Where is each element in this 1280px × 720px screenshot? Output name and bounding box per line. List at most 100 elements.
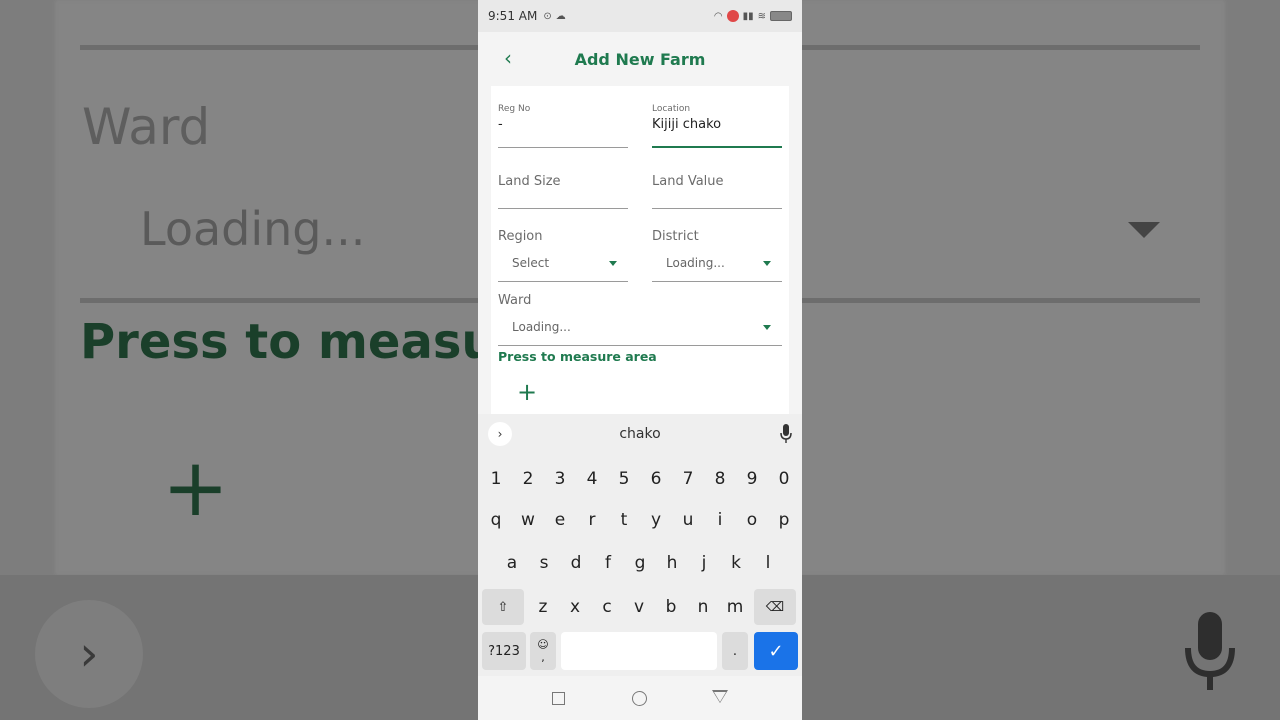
chevron-down-icon xyxy=(609,261,617,266)
farm-form: Reg No - Location Kijiji chako Land Size… xyxy=(491,86,789,416)
measure-area-label[interactable]: Press to measure area xyxy=(498,349,657,364)
shift-key[interactable]: ⇧ xyxy=(482,589,524,625)
letter-row-1: qwertyuiop xyxy=(478,500,802,540)
letter-key[interactable]: b xyxy=(657,587,685,627)
district-underline xyxy=(652,281,782,282)
number-key[interactable]: 8 xyxy=(706,459,734,499)
chevron-down-icon xyxy=(763,325,771,330)
letter-key[interactable]: a xyxy=(498,543,526,583)
district-label: District xyxy=(652,229,699,244)
location-underline xyxy=(652,146,782,148)
chevron-right-icon[interactable]: › xyxy=(488,422,512,446)
location-value: Kijiji chako xyxy=(652,117,722,132)
letter-key[interactable]: z xyxy=(529,587,557,627)
number-key[interactable]: 6 xyxy=(642,459,670,499)
letter-key[interactable]: d xyxy=(562,543,590,583)
number-key[interactable]: 3 xyxy=(546,459,574,499)
ward-value: Loading... xyxy=(512,320,571,334)
background-loading-text: Loading... xyxy=(140,202,366,256)
ward-label: Ward xyxy=(498,293,532,308)
settings-status-icon: ⊙ xyxy=(543,10,552,22)
page-title: Add New Farm xyxy=(574,49,706,69)
letter-key[interactable]: w xyxy=(514,500,542,540)
space-key[interactable] xyxy=(561,632,717,670)
letter-key[interactable]: s xyxy=(530,543,558,583)
ward-underline xyxy=(498,345,782,346)
number-key[interactable]: 0 xyxy=(770,459,798,499)
letter-key[interactable]: e xyxy=(546,500,574,540)
district-value: Loading... xyxy=(666,256,725,270)
emoji-icon: ☺ xyxy=(537,638,549,651)
letter-key[interactable]: r xyxy=(578,500,606,540)
emoji-comma-key[interactable]: ☺ , xyxy=(530,632,556,670)
letter-key[interactable]: p xyxy=(770,500,798,540)
land-value-field[interactable]: Land Value xyxy=(652,174,782,209)
letter-key[interactable]: f xyxy=(594,543,622,583)
soft-keyboard: › chako 1234567890 qwertyuiop asdfghjkl … xyxy=(478,414,802,676)
recording-icon xyxy=(726,10,739,22)
status-bar: 9:51 AM ⊙ ☁ ◠ ▮▮ ≋ xyxy=(478,0,802,32)
letter-key[interactable]: x xyxy=(561,587,589,627)
letter-key[interactable]: o xyxy=(738,500,766,540)
location-label: Location xyxy=(652,104,691,114)
number-key[interactable]: 9 xyxy=(738,459,766,499)
background-plus-icon: + xyxy=(162,441,230,534)
home-icon[interactable] xyxy=(632,691,647,706)
region-underline xyxy=(498,281,628,282)
signal-icon: ▮▮ xyxy=(742,10,754,22)
letter-key[interactable]: g xyxy=(626,543,654,583)
letter-key[interactable]: h xyxy=(658,543,686,583)
district-dropdown[interactable]: District Loading... xyxy=(652,229,782,282)
background-chevron-icon: › xyxy=(35,600,143,708)
location-field[interactable]: Location Kijiji chako xyxy=(652,104,782,148)
letter-key[interactable]: v xyxy=(625,587,653,627)
reg-no-underline xyxy=(498,147,628,148)
number-key[interactable]: 5 xyxy=(610,459,638,499)
letter-key[interactable]: u xyxy=(674,500,702,540)
nav-bar xyxy=(478,676,802,720)
phone-screen: 9:51 AM ⊙ ☁ ◠ ▮▮ ≋ ‹ Add New Farm Reg No… xyxy=(478,0,802,720)
status-time: 9:51 AM xyxy=(488,9,538,23)
reg-no-field[interactable]: Reg No - xyxy=(498,104,628,148)
letter-key[interactable]: q xyxy=(482,500,510,540)
recents-icon[interactable] xyxy=(552,692,565,705)
land-size-underline xyxy=(498,208,628,209)
region-label: Region xyxy=(498,229,543,244)
battery-icon xyxy=(770,11,792,21)
letter-key[interactable]: t xyxy=(610,500,638,540)
letter-key[interactable]: m xyxy=(721,587,749,627)
back-triangle-icon[interactable] xyxy=(712,690,728,703)
back-arrow-icon[interactable]: ‹ xyxy=(496,46,520,70)
number-row: 1234567890 xyxy=(478,459,802,499)
suggestion-word[interactable]: chako xyxy=(619,426,660,442)
ward-dropdown[interactable]: Ward Loading... xyxy=(498,293,782,346)
symbols-key[interactable]: ?123 xyxy=(482,632,526,670)
letter-key[interactable]: i xyxy=(706,500,734,540)
region-dropdown[interactable]: Region Select xyxy=(498,229,628,282)
backspace-key[interactable]: ⌫ xyxy=(754,589,796,625)
period-key[interactable]: . xyxy=(722,632,748,670)
number-key[interactable]: 2 xyxy=(514,459,542,499)
enter-key[interactable]: ✓ xyxy=(754,632,798,670)
letter-key[interactable]: j xyxy=(690,543,718,583)
mic-icon[interactable] xyxy=(780,424,792,444)
number-key[interactable]: 1 xyxy=(482,459,510,499)
region-value: Select xyxy=(512,256,550,270)
land-size-field[interactable]: Land Size xyxy=(498,174,628,209)
letter-key[interactable]: y xyxy=(642,500,670,540)
comma-label: , xyxy=(541,651,545,664)
letter-key[interactable]: l xyxy=(754,543,782,583)
number-key[interactable]: 4 xyxy=(578,459,606,499)
add-icon[interactable]: + xyxy=(517,380,537,404)
letter-key[interactable]: c xyxy=(593,587,621,627)
status-icons: ◠ ▮▮ ≋ xyxy=(714,10,792,22)
background-mic-icon xyxy=(1185,612,1235,690)
number-key[interactable]: 7 xyxy=(674,459,702,499)
letter-key[interactable]: n xyxy=(689,587,717,627)
bottom-row: ?123 ☺ , . ✓ xyxy=(478,632,802,672)
chevron-down-icon xyxy=(763,261,771,266)
letter-key[interactable]: k xyxy=(722,543,750,583)
land-size-label: Land Size xyxy=(498,174,561,189)
wifi-icon: ≋ xyxy=(757,10,766,22)
cloud-status-icon: ☁ xyxy=(555,10,566,22)
